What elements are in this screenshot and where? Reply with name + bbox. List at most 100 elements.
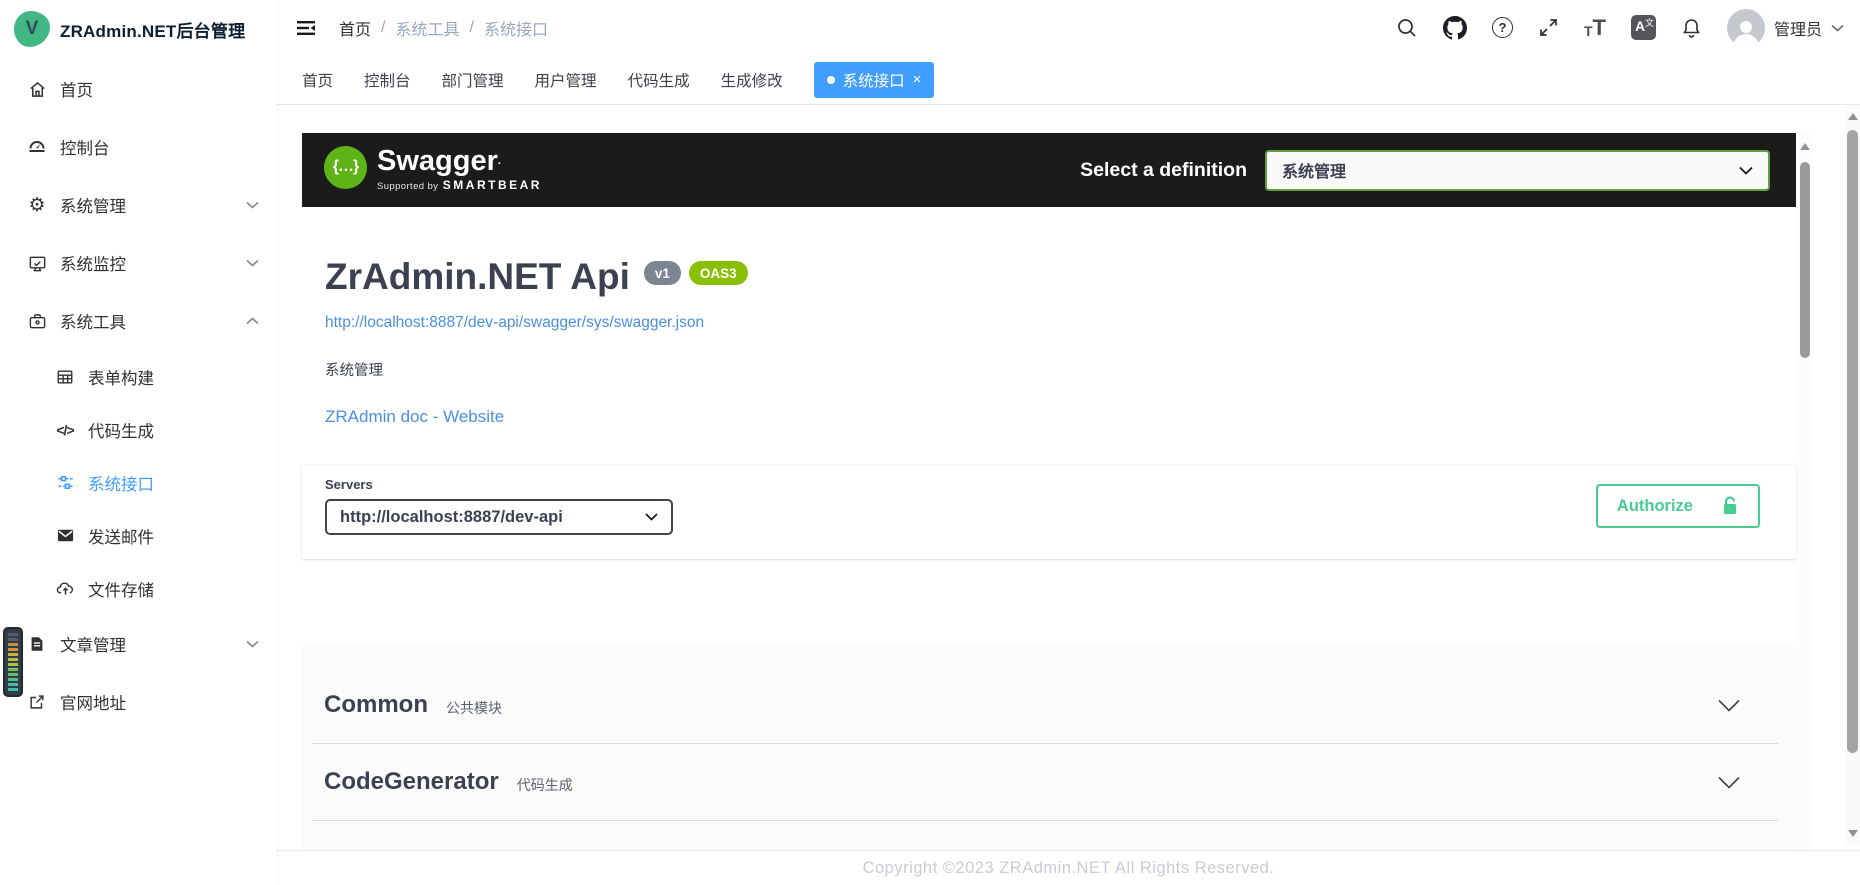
- sidebar-item-label: 文件存储: [88, 577, 154, 601]
- content-area: {…} Swagger. Supported by SMARTBEAR Sele…: [277, 105, 1860, 850]
- servers-label: Servers: [325, 477, 673, 492]
- tag-name: Common: [324, 691, 428, 719]
- sidebar-item-code-generation[interactable]: </> 代码生成: [0, 403, 277, 456]
- authorize-button[interactable]: Authorize: [1596, 484, 1760, 528]
- doc-website-link[interactable]: ZRAdmin doc - Website: [325, 407, 504, 427]
- swagger-supported-by: Supported by SMARTBEAR: [377, 176, 542, 194]
- outer-scrollbar[interactable]: [1845, 105, 1860, 845]
- chevron-down-icon: [246, 201, 259, 209]
- swagger-logo: {…} Swagger. Supported by SMARTBEAR: [324, 146, 542, 194]
- sidebar-item-label: 文章管理: [60, 632, 126, 656]
- scroll-up-arrow[interactable]: [1848, 113, 1858, 120]
- api-description: 系统管理: [325, 359, 1773, 380]
- chevron-down-icon: [1739, 166, 1753, 175]
- swagger-topbar: {…} Swagger. Supported by SMARTBEAR Sele…: [302, 133, 1796, 207]
- sidebar-item-system-admin[interactable]: ⚙ 系统管理: [0, 176, 277, 234]
- swagger-wordmark: Swagger.: [377, 146, 542, 176]
- sidebar-item-article-admin[interactable]: 文章管理: [0, 615, 277, 673]
- translate-icon[interactable]: A 文: [1631, 15, 1656, 40]
- definition-selector: Select a definition 系统管理: [1080, 150, 1770, 191]
- definition-select[interactable]: 系统管理: [1265, 150, 1770, 191]
- external-link-icon: [24, 693, 50, 711]
- sidebar-item-system-tools[interactable]: 系统工具: [0, 292, 277, 350]
- extension-meter-stripes: [8, 633, 18, 691]
- sidebar-item-label: 系统监控: [60, 251, 126, 275]
- app-title: ZRAdmin.NET后台管理: [60, 17, 245, 42]
- chevron-down-icon: [645, 513, 658, 521]
- select-definition-label: Select a definition: [1080, 159, 1247, 182]
- code-icon: </>: [52, 422, 78, 438]
- user-menu[interactable]: 管理员: [1727, 9, 1844, 47]
- sidebar-item-form-builder[interactable]: 表单构建: [0, 350, 277, 403]
- dashboard-icon: [24, 137, 50, 157]
- text-size-icon[interactable]: TT: [1584, 17, 1606, 39]
- outer-scrollbar-thumb[interactable]: [1847, 130, 1858, 753]
- sidebar-item-label: 代码生成: [88, 418, 154, 442]
- copyright-text: Copyright ©2023 ZRAdmin.NET All Rights R…: [863, 859, 1275, 878]
- fullscreen-icon[interactable]: [1538, 17, 1559, 38]
- bell-icon[interactable]: [1681, 17, 1702, 39]
- sidebar-item-dashboard[interactable]: 控制台: [0, 118, 277, 176]
- search-icon[interactable]: [1396, 17, 1418, 39]
- tab-home[interactable]: 首页: [302, 69, 333, 91]
- chevron-down-icon[interactable]: [1718, 776, 1740, 789]
- api-title: ZrAdmin.NET Api: [325, 253, 630, 301]
- breadcrumb-separator: /: [469, 19, 473, 37]
- sidebar-item-label: 官网地址: [60, 690, 126, 714]
- swagger-panel: {…} Swagger. Supported by SMARTBEAR Sele…: [302, 133, 1796, 850]
- sidebar-item-label: 系统工具: [60, 309, 126, 333]
- navbar-actions: ? TT A 文 管理员: [1396, 9, 1844, 47]
- avatar: [1727, 9, 1765, 47]
- tag-section-common[interactable]: Common 公共模块: [312, 667, 1778, 744]
- tab-dept-admin[interactable]: 部门管理: [442, 69, 504, 91]
- tab-label: 系统接口: [843, 69, 905, 91]
- server-select[interactable]: http://localhost:8887/dev-api: [325, 499, 673, 535]
- tab-bar: 首页 控制台 部门管理 用户管理 代码生成 生成修改 系统接口 ×: [277, 55, 1860, 105]
- breadcrumb-system-tools: 系统工具: [395, 16, 459, 40]
- tab-dashboard[interactable]: 控制台: [364, 69, 411, 91]
- cloud-upload-icon: [52, 579, 78, 598]
- definition-select-value: 系统管理: [1282, 158, 1346, 182]
- inner-scrollbar[interactable]: [1798, 133, 1812, 850]
- tag-section-codegenerator[interactable]: CodeGenerator 代码生成: [312, 744, 1778, 821]
- sidebar-item-label: 首页: [60, 77, 93, 101]
- tab-system-api-active[interactable]: 系统接口 ×: [814, 62, 935, 98]
- sidebar-item-home[interactable]: 首页: [0, 60, 277, 118]
- chevron-up-icon: [246, 317, 259, 325]
- browser-extension-widget[interactable]: [3, 627, 23, 697]
- tab-close-icon[interactable]: ×: [913, 72, 922, 87]
- scheme-container: Servers http://localhost:8887/dev-api Au…: [302, 465, 1796, 559]
- chevron-down-icon[interactable]: [1718, 699, 1740, 712]
- tab-generation-edit[interactable]: 生成修改: [721, 69, 783, 91]
- server-select-value: http://localhost:8887/dev-api: [340, 508, 563, 527]
- tab-code-generation[interactable]: 代码生成: [628, 69, 690, 91]
- sidebar-item-label: 系统接口: [88, 471, 154, 495]
- tag-name: CodeGenerator: [324, 768, 499, 796]
- user-name: 管理员: [1774, 16, 1822, 40]
- tab-user-admin[interactable]: 用户管理: [535, 69, 597, 91]
- servers-block: Servers http://localhost:8887/dev-api: [325, 477, 673, 535]
- app-logo-letter: V: [26, 18, 39, 40]
- tag-description: 代码生成: [517, 775, 573, 795]
- scroll-up-arrow[interactable]: [1800, 143, 1810, 150]
- sidebar-item-official-site[interactable]: 官网地址: [0, 673, 277, 731]
- sidebar-item-system-monitor[interactable]: 系统监控: [0, 234, 277, 292]
- app-logo: V: [14, 11, 50, 47]
- help-icon[interactable]: ?: [1492, 17, 1513, 38]
- sidebar-fold-icon[interactable]: [295, 17, 317, 39]
- chevron-down-icon: [246, 259, 259, 267]
- home-icon: [24, 80, 50, 99]
- sidebar-item-system-api[interactable]: 系统接口: [0, 456, 277, 509]
- tag-description: 公共模块: [446, 698, 502, 718]
- github-icon[interactable]: [1443, 16, 1467, 40]
- inner-scrollbar-thumb[interactable]: [1800, 162, 1810, 358]
- active-tab-dot: [827, 76, 835, 84]
- sidebar-item-send-mail[interactable]: 发送邮件: [0, 509, 277, 562]
- chevron-down-icon: [246, 640, 259, 648]
- monitor-icon: [24, 254, 50, 273]
- breadcrumb-home[interactable]: 首页: [339, 16, 371, 40]
- sidebar-item-file-storage[interactable]: 文件存储: [0, 562, 277, 615]
- scroll-down-arrow[interactable]: [1848, 830, 1858, 837]
- spec-url-link[interactable]: http://localhost:8887/dev-api/swagger/sy…: [325, 314, 704, 332]
- app-logo-row[interactable]: V ZRAdmin.NET后台管理: [0, 0, 277, 58]
